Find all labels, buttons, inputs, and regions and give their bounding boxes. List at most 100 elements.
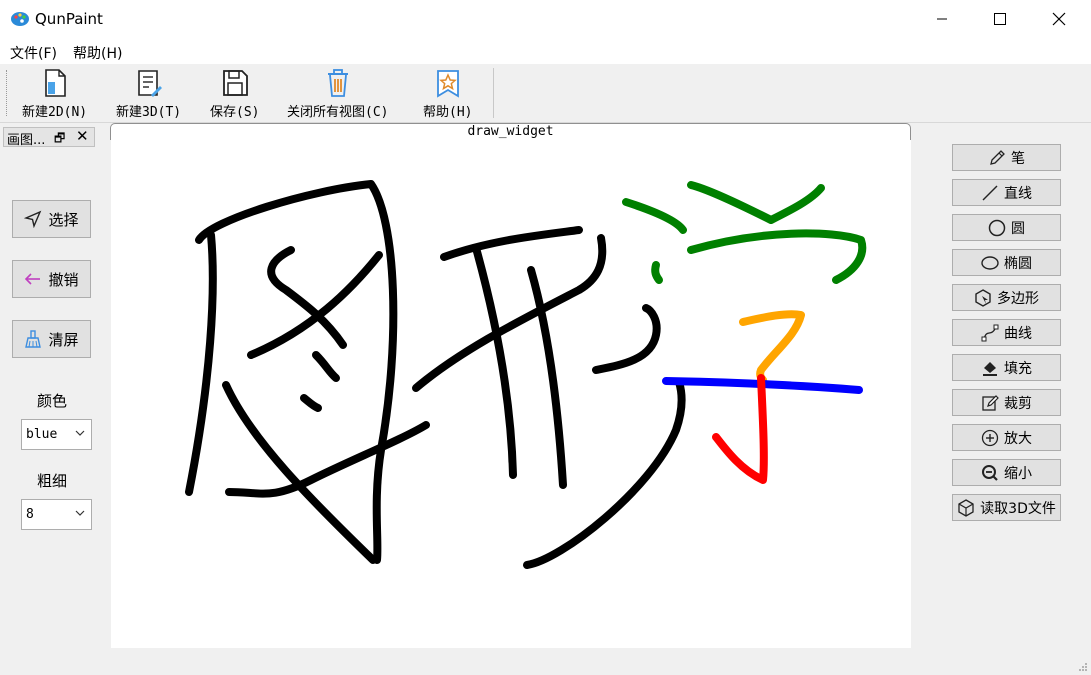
stroke-orange-1: [739, 310, 805, 384]
width-label: 粗细: [37, 472, 68, 490]
stroke-black-9: [440, 226, 583, 261]
stroke-black-7: [312, 351, 340, 382]
zoom-in-icon: [981, 429, 999, 446]
dock-close-icon[interactable]: ✕: [76, 127, 89, 145]
polygon-icon: [975, 288, 991, 307]
ellipse-tool-label: 椭圆: [1004, 255, 1032, 272]
menu-file[interactable]: 文件(F): [10, 43, 57, 63]
circle-tool-label: 圆: [1011, 220, 1025, 237]
stroke-black-2: [185, 231, 217, 496]
fill-tool-label: 填充: [1004, 360, 1032, 377]
ellipse-tool-button[interactable]: 椭圆: [952, 249, 1061, 276]
new-2d-icon: [44, 69, 66, 97]
ellipse-icon: [981, 255, 999, 270]
stroke-black-1: [195, 180, 398, 564]
curve-icon: [981, 324, 999, 341]
undo-arrow-icon: [25, 273, 41, 285]
stroke-black-5: [267, 246, 347, 349]
polygon-tool-button[interactable]: 多边形: [952, 284, 1061, 311]
close-all-views-button[interactable]: 关闭所有视图(C): [287, 68, 388, 120]
polygon-tool-label: 多边形: [997, 290, 1039, 307]
help-label: 帮助(H): [423, 105, 473, 120]
maximize-icon: [994, 13, 1006, 25]
load-3d-file-button[interactable]: 读取3D文件: [952, 494, 1061, 521]
help-star-icon: [436, 70, 459, 98]
drawing-canvas[interactable]: [111, 140, 911, 648]
undo-button[interactable]: 撤销: [12, 260, 91, 298]
save-label: 保存(S): [210, 105, 260, 120]
chevron-down-icon: [75, 427, 85, 442]
curve-tool-label: 曲线: [1004, 325, 1032, 342]
save-icon: [222, 70, 248, 96]
title-bar: QunPaint: [0, 0, 1091, 38]
stroke-black-3: [222, 381, 377, 564]
minimize-icon: [937, 18, 947, 20]
main-toolbar: 新建2D(N) 新建3D(T) 保存(S) 关闭所有视图(C) 帮助(H): [0, 64, 1091, 123]
pen-tool-label: 笔: [1011, 150, 1025, 167]
zoom-in-button[interactable]: 放大: [952, 424, 1061, 451]
help-button[interactable]: 帮助(H): [423, 68, 472, 120]
color-label: 颜色: [37, 392, 68, 410]
line-icon: [982, 185, 998, 200]
menu-bar: 文件(F) 帮助(H): [0, 38, 1091, 64]
line-tool-label: 直线: [1004, 185, 1032, 202]
zoom-out-button[interactable]: 缩小: [952, 459, 1061, 486]
stroke-red-1: [712, 374, 768, 484]
new-2d-button[interactable]: 新建2D(N): [22, 68, 87, 120]
fill-tool-button[interactable]: 填充: [952, 354, 1061, 381]
pencil-icon: [990, 149, 1005, 165]
crop-edit-icon: [982, 394, 999, 411]
crop-tool-button[interactable]: 裁剪: [952, 389, 1061, 416]
broom-icon: [25, 330, 42, 348]
stroke-black-13: [592, 304, 661, 374]
zoom-out-label: 缩小: [1004, 465, 1032, 482]
width-select-value: 8: [26, 507, 34, 522]
clear-screen-label: 清屏: [48, 330, 79, 349]
dock-title-bar[interactable]: 画图... 🗗 ✕: [3, 127, 95, 150]
load-3d-file-label: 读取3D文件: [980, 500, 1056, 517]
minimize-button[interactable]: [913, 0, 971, 38]
stroke-black-8: [300, 394, 322, 412]
toolbar-grip[interactable]: [6, 70, 9, 116]
select-button[interactable]: 选择: [12, 200, 91, 238]
trash-icon: [327, 69, 348, 97]
undo-label: 撤销: [48, 270, 79, 289]
clear-screen-button[interactable]: 清屏: [12, 320, 91, 358]
stroke-green-1: [622, 198, 687, 234]
curve-tool-button[interactable]: 曲线: [952, 319, 1061, 346]
drawing-strokes: [185, 180, 867, 569]
cube-icon: [958, 498, 974, 517]
tab-draw-widget[interactable]: draw_widget: [110, 123, 911, 140]
save-button[interactable]: 保存(S): [210, 68, 259, 120]
window-title: QunPaint: [35, 10, 103, 28]
select-label: 选择: [48, 210, 79, 229]
tab-draw-widget-label: draw_widget: [467, 124, 554, 139]
dock-float-icon[interactable]: 🗗: [54, 129, 65, 150]
new-2d-label: 新建2D(N): [22, 105, 88, 120]
dock-title: 画图...: [7, 133, 46, 148]
width-select[interactable]: 8: [21, 499, 92, 530]
pen-tool-button[interactable]: 笔: [952, 144, 1061, 171]
close-icon: [1052, 12, 1066, 26]
maximize-button[interactable]: [971, 0, 1029, 38]
zoom-out-icon: [982, 464, 998, 481]
new-3d-label: 新建3D(T): [116, 105, 182, 120]
stroke-green-4: [651, 261, 663, 284]
stroke-black-10: [472, 244, 517, 479]
stroke-green-2: [687, 181, 825, 224]
close-window-button[interactable]: [1030, 0, 1088, 38]
menu-help[interactable]: 帮助(H): [73, 43, 122, 63]
chevron-down-icon: [75, 507, 85, 522]
app-palette-icon: [11, 12, 29, 26]
circle-tool-button[interactable]: 圆: [952, 214, 1061, 241]
new-3d-icon: [137, 70, 162, 97]
close-all-views-label: 关闭所有视图(C): [287, 105, 389, 120]
new-3d-button[interactable]: 新建3D(T): [116, 68, 181, 120]
color-select[interactable]: blue: [21, 419, 92, 450]
resize-grip-icon[interactable]: [1078, 662, 1088, 672]
line-tool-button[interactable]: 直线: [952, 179, 1061, 206]
toolbar-separator: [493, 68, 494, 118]
fill-bucket-icon: [983, 361, 997, 376]
zoom-in-label: 放大: [1004, 430, 1032, 447]
stroke-green-3: [687, 229, 867, 284]
